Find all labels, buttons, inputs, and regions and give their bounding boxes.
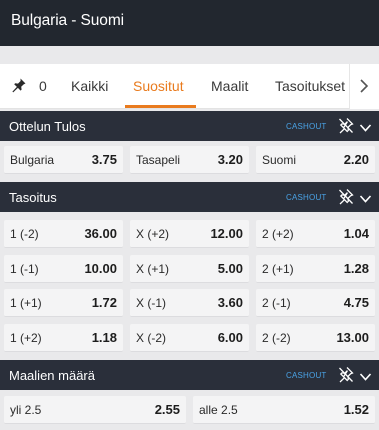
- match-header: Bulgaria - Suomi: [0, 0, 379, 46]
- outcome-label: 1 (+1): [10, 296, 42, 310]
- odds-value: 10.00: [84, 261, 117, 276]
- odds-button[interactable]: 1 (+2) 1.18: [4, 324, 123, 352]
- chevron-down-icon[interactable]: [359, 120, 372, 132]
- outcome-label: 2 (+2): [262, 227, 294, 241]
- cashout-badge: CASHOUT: [286, 122, 327, 131]
- pin-off-icon[interactable]: [338, 188, 354, 205]
- odds-value: 3.20: [217, 152, 243, 167]
- pin-icon[interactable]: [11, 77, 27, 93]
- tabs-scroll-right-button[interactable]: [349, 64, 379, 109]
- odds-value: 1.18: [91, 330, 117, 345]
- odds-value: 2.20: [343, 152, 369, 167]
- odds-value: 3.75: [91, 152, 117, 167]
- cashout-badge: CASHOUT: [286, 371, 327, 380]
- market-title: Ottelun Tulos: [9, 119, 86, 134]
- pin-off-icon[interactable]: [338, 366, 354, 383]
- outcome-label: 2 (-1): [262, 296, 291, 310]
- match-title: Bulgaria - Suomi: [11, 12, 124, 29]
- outcome-label: X (+2): [136, 227, 170, 241]
- market-title: Tasoitus: [9, 190, 57, 205]
- outcome-label: 1 (-2): [10, 227, 39, 241]
- market-tabs: 0 Kaikki Suositut Maalit Tasoitukset: [0, 64, 379, 109]
- odds-value: 1.52: [343, 402, 369, 417]
- odds-button[interactable]: 2 (+1) 1.28: [256, 255, 375, 283]
- odds-button[interactable]: X (-1) 3.60: [130, 289, 249, 317]
- outcome-label: Tasapeli: [136, 153, 181, 167]
- odds-value: 3.60: [217, 295, 243, 310]
- odds-button[interactable]: X (+1) 5.00: [130, 255, 249, 283]
- odds-button[interactable]: alle 2.5 1.52: [193, 396, 375, 424]
- outcome-label: 1 (+2): [10, 331, 42, 345]
- odds-value: 1.28: [343, 261, 369, 276]
- outcome-label: Bulgaria: [10, 153, 55, 167]
- odds-button[interactable]: 2 (-1) 4.75: [256, 289, 375, 317]
- tab-suositut[interactable]: Suositut: [133, 78, 184, 94]
- odds-button[interactable]: 2 (+2) 1.04: [256, 220, 375, 248]
- outcome-label: X (-1): [136, 296, 166, 310]
- outcome-label: Suomi: [262, 153, 297, 167]
- outcome-label: yli 2.5: [10, 403, 42, 417]
- cashout-badge: CASHOUT: [286, 193, 327, 202]
- odds-button[interactable]: X (+2) 12.00: [130, 220, 249, 248]
- odds-value: 4.75: [343, 295, 369, 310]
- outcome-label: 2 (-2): [262, 331, 291, 345]
- market-header-ottelun-tulos[interactable]: Ottelun Tulos CASHOUT: [0, 111, 379, 141]
- tab-kaikki[interactable]: Kaikki: [71, 78, 108, 94]
- tab-tasoitukset[interactable]: Tasoitukset: [275, 78, 345, 94]
- odds-value: 2.55: [154, 402, 180, 417]
- odds-value: 12.00: [210, 226, 243, 241]
- odds-button[interactable]: 1 (-2) 36.00: [4, 220, 123, 248]
- tab-pinned-count[interactable]: 0: [39, 78, 47, 94]
- odds-value: 13.00: [336, 330, 369, 345]
- outcome-label: X (+1): [136, 262, 170, 276]
- outcome-label: 1 (-1): [10, 262, 39, 276]
- odds-button[interactable]: X (-2) 6.00: [130, 324, 249, 352]
- outcome-label: X (-2): [136, 331, 166, 345]
- pin-off-icon[interactable]: [338, 117, 354, 134]
- outcome-label: alle 2.5: [199, 403, 238, 417]
- odds-button[interactable]: Bulgaria 3.75: [4, 146, 123, 174]
- outcome-label: 2 (+1): [262, 262, 294, 276]
- market-header-maalien-maara[interactable]: Maalien määrä CASHOUT: [0, 360, 379, 390]
- tabs-scroll-area: 0 Kaikki Suositut Maalit Tasoitukset: [0, 64, 349, 109]
- odds-button[interactable]: 1 (-1) 10.00: [4, 255, 123, 283]
- odds-button[interactable]: Suomi 2.20: [256, 146, 375, 174]
- chevron-down-icon[interactable]: [359, 191, 372, 203]
- odds-value: 5.00: [217, 261, 243, 276]
- tab-maalit[interactable]: Maalit: [211, 78, 248, 94]
- chevron-right-icon: [360, 79, 369, 93]
- odds-button[interactable]: 2 (-2) 13.00: [256, 324, 375, 352]
- odds-button[interactable]: Tasapeli 3.20: [130, 146, 249, 174]
- market-title: Maalien määrä: [9, 368, 95, 383]
- odds-value: 36.00: [84, 226, 117, 241]
- odds-button[interactable]: yli 2.5 2.55: [4, 396, 186, 424]
- odds-value: 1.04: [343, 226, 369, 241]
- chevron-down-icon[interactable]: [359, 369, 372, 381]
- market-header-tasoitus[interactable]: Tasoitus CASHOUT: [0, 182, 379, 212]
- active-tab-indicator: [125, 105, 196, 108]
- odds-value: 6.00: [217, 330, 243, 345]
- odds-button[interactable]: 1 (+1) 1.72: [4, 289, 123, 317]
- odds-value: 1.72: [91, 295, 117, 310]
